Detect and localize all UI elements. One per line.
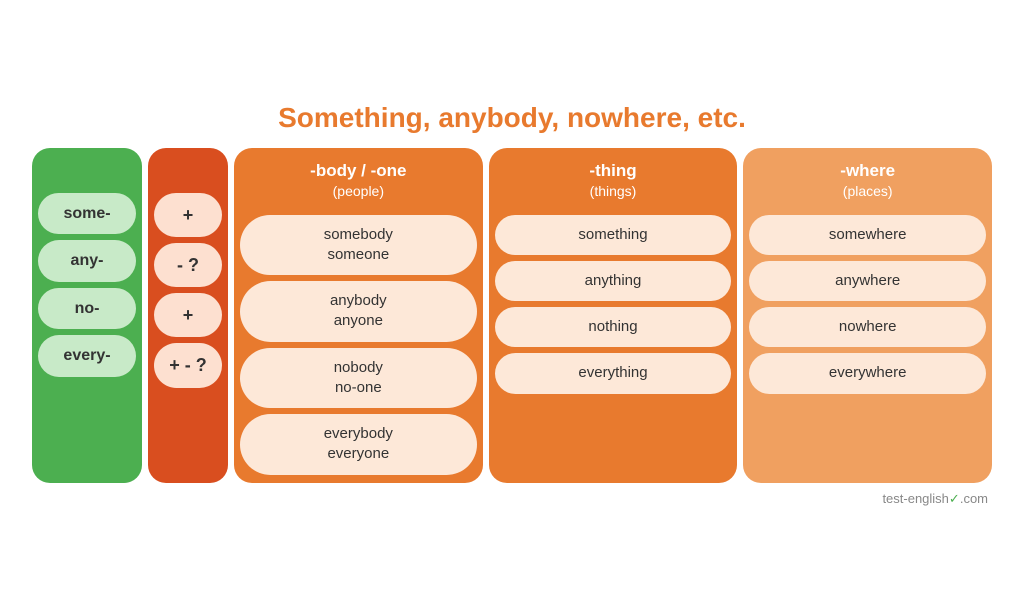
cell-everywhere: everywhere: [749, 353, 986, 393]
col-where-subheader: (places): [840, 182, 895, 200]
prefix-some: some-: [38, 193, 136, 235]
cell-nowhere: nowhere: [749, 307, 986, 347]
cell-anywhere: anywhere: [749, 261, 986, 301]
col-body: -body / -one(people) somebodysomeone any…: [234, 148, 483, 482]
brand-tld: .com: [960, 491, 988, 506]
footer: test-english✓.com: [32, 491, 992, 507]
prefix-every: every-: [38, 335, 136, 377]
sign-plus: +: [154, 193, 222, 237]
cell-somewhere: somewhere: [749, 215, 986, 255]
col-thing-header: -thing(things): [581, 156, 644, 208]
col-where: -where(places) somewhere anywhere nowher…: [743, 148, 992, 482]
col-prefix: – some- any- no- every-: [32, 148, 142, 482]
col-thing-subheader: (things): [589, 182, 636, 200]
sign-plus2: +: [154, 293, 222, 337]
brand-check: ✓: [949, 491, 960, 506]
page-container: Something, anybody, nowhere, etc. – some…: [22, 92, 1002, 516]
prefix-no: no-: [38, 288, 136, 330]
cell-anybody: anybodyanyone: [240, 281, 477, 342]
sign-all: + - ?: [154, 343, 222, 387]
cell-somebody: somebodysomeone: [240, 215, 477, 276]
cell-something: something: [495, 215, 732, 255]
col-where-header: -where(places): [832, 156, 903, 208]
cell-nothing: nothing: [495, 307, 732, 347]
cell-anything: anything: [495, 261, 732, 301]
col-thing: -thing(things) something anything nothin…: [489, 148, 738, 482]
sign-minus-q: - ?: [154, 243, 222, 287]
page-title: Something, anybody, nowhere, etc.: [32, 102, 992, 134]
brand-name: test-english: [882, 491, 948, 506]
col-body-subheader: (people): [310, 182, 406, 200]
prefix-any: any-: [38, 240, 136, 282]
col-sign: – + - ? + + - ?: [148, 148, 228, 482]
cell-everything: everything: [495, 353, 732, 393]
main-grid: – some- any- no- every- – + - ? + + - ? …: [32, 148, 992, 482]
cell-nobody: nobodyno-one: [240, 348, 477, 409]
cell-everybody: everybodyeveryone: [240, 414, 477, 475]
col-body-header: -body / -one(people): [302, 156, 414, 208]
